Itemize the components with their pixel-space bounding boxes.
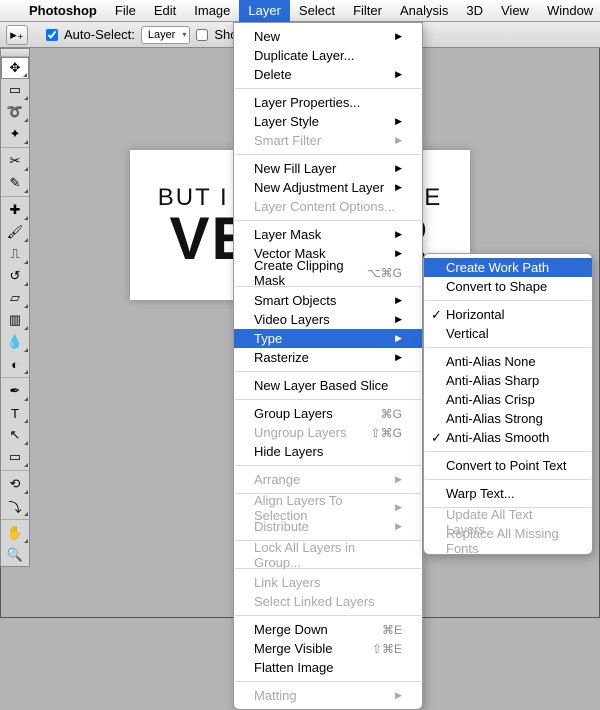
menu-item: Lock All Layers in Group... bbox=[234, 545, 422, 564]
tools-panel: ✥ ▭ ➰ ✦ ✂ ✎ ✚ 🖌 ⎍ ↺ ▱ ▥ 💧 ◐ ✒ T ↖ ▭ ⟲ ⤵ … bbox=[0, 48, 30, 567]
shape-tool[interactable]: ▭ bbox=[1, 446, 29, 468]
marquee-tool[interactable]: ▭ bbox=[1, 79, 29, 101]
wand-tool[interactable]: ✦ bbox=[1, 123, 29, 145]
eyedropper-tool[interactable]: ✎ bbox=[1, 172, 29, 194]
menu-item[interactable]: Smart Objects bbox=[234, 291, 422, 310]
menubar-image[interactable]: Image bbox=[185, 0, 239, 22]
3d-orbit-tool[interactable]: ⤵ bbox=[1, 495, 29, 517]
menu-item[interactable]: Layer Mask bbox=[234, 225, 422, 244]
menu-item[interactable]: Anti-Alias Smooth bbox=[424, 428, 592, 447]
menu-item[interactable]: Hide Layers bbox=[234, 442, 422, 461]
blur-tool[interactable]: 💧 bbox=[1, 331, 29, 353]
menu-item[interactable]: Convert to Shape bbox=[424, 277, 592, 296]
menu-item[interactable]: Anti-Alias Crisp bbox=[424, 390, 592, 409]
hand-tool[interactable]: ✋ bbox=[1, 522, 29, 544]
move-tool-preset-icon[interactable]: ▸₊ bbox=[6, 25, 28, 45]
menu-item: Link Layers bbox=[234, 573, 422, 592]
path-select-tool[interactable]: ↖ bbox=[1, 424, 29, 446]
zoom-tool[interactable]: 🔍 bbox=[1, 544, 29, 566]
menu-item[interactable]: Anti-Alias Sharp bbox=[424, 371, 592, 390]
menu-item[interactable]: Merge Visible⇧⌘E bbox=[234, 639, 422, 658]
menubar-layer[interactable]: Layer bbox=[239, 0, 290, 22]
menu-item[interactable]: Group Layers⌘G bbox=[234, 404, 422, 423]
menu-item[interactable]: Delete bbox=[234, 65, 422, 84]
menubar-filter[interactable]: Filter bbox=[344, 0, 391, 22]
menu-item: Select Linked Layers bbox=[234, 592, 422, 611]
menubar-analysis[interactable]: Analysis bbox=[391, 0, 457, 22]
dodge-tool[interactable]: ◐ bbox=[1, 353, 29, 375]
autoselect-dropdown[interactable]: Layer bbox=[141, 26, 191, 44]
menu-item: Ungroup Layers⇧⌘G bbox=[234, 423, 422, 442]
history-brush-tool[interactable]: ↺ bbox=[1, 265, 29, 287]
menu-item[interactable]: New Fill Layer bbox=[234, 159, 422, 178]
menu-item: Layer Content Options... bbox=[234, 197, 422, 216]
menubar-app[interactable]: Photoshop bbox=[20, 0, 106, 22]
brush-tool[interactable]: 🖌 bbox=[1, 221, 29, 243]
menu-item[interactable]: New bbox=[234, 27, 422, 46]
autoselect-label: Auto-Select: bbox=[64, 27, 135, 42]
mac-menubar: Photoshop File Edit Image Layer Select F… bbox=[0, 0, 600, 22]
menubar-select[interactable]: Select bbox=[290, 0, 344, 22]
menu-item[interactable]: Convert to Point Text bbox=[424, 456, 592, 475]
menu-item[interactable]: Video Layers bbox=[234, 310, 422, 329]
menu-item[interactable]: Anti-Alias None bbox=[424, 352, 592, 371]
crop-tool[interactable]: ✂ bbox=[1, 150, 29, 172]
gradient-tool[interactable]: ▥ bbox=[1, 309, 29, 331]
lasso-tool[interactable]: ➰ bbox=[1, 101, 29, 123]
menu-item[interactable]: Anti-Alias Strong bbox=[424, 409, 592, 428]
menu-item[interactable]: Create Work Path bbox=[424, 258, 592, 277]
move-tool[interactable]: ✥ bbox=[1, 57, 29, 79]
menubar-edit[interactable]: Edit bbox=[145, 0, 185, 22]
menu-item[interactable]: Duplicate Layer... bbox=[234, 46, 422, 65]
menubar-window[interactable]: Window bbox=[538, 0, 600, 22]
menubar-view[interactable]: View bbox=[492, 0, 538, 22]
menu-item: Smart Filter bbox=[234, 131, 422, 150]
heal-tool[interactable]: ✚ bbox=[1, 199, 29, 221]
menu-item[interactable]: Warp Text... bbox=[424, 484, 592, 503]
menu-item[interactable]: Merge Down⌘E bbox=[234, 620, 422, 639]
menu-item[interactable]: Layer Properties... bbox=[234, 93, 422, 112]
menu-item[interactable]: New Layer Based Slice bbox=[234, 376, 422, 395]
menu-item: Matting bbox=[234, 686, 422, 705]
type-tool[interactable]: T bbox=[1, 402, 29, 424]
menu-item[interactable]: Flatten Image bbox=[234, 658, 422, 677]
menu-item[interactable]: Type bbox=[234, 329, 422, 348]
stamp-tool[interactable]: ⎍ bbox=[1, 243, 29, 265]
menu-item[interactable]: New Adjustment Layer bbox=[234, 178, 422, 197]
eraser-tool[interactable]: ▱ bbox=[1, 287, 29, 309]
menu-item: Align Layers To Selection bbox=[234, 498, 422, 517]
menu-item[interactable]: Vertical bbox=[424, 324, 592, 343]
3d-rotate-tool[interactable]: ⟲ bbox=[1, 473, 29, 495]
type-submenu: Create Work PathConvert to Shape Horizont… bbox=[423, 253, 593, 555]
menu-item[interactable]: Rasterize bbox=[234, 348, 422, 367]
menu-item: Replace All Missing Fonts bbox=[424, 531, 592, 550]
show-transform-checkbox[interactable] bbox=[196, 29, 208, 41]
layer-menu: NewDuplicate Layer...Delete Layer Propert… bbox=[233, 22, 423, 710]
autoselect-checkbox[interactable] bbox=[46, 29, 58, 41]
menu-item: Arrange bbox=[234, 470, 422, 489]
menubar-3d[interactable]: 3D bbox=[457, 0, 492, 22]
menubar-file[interactable]: File bbox=[106, 0, 145, 22]
panel-grip[interactable] bbox=[1, 49, 29, 57]
menu-item[interactable]: Layer Style bbox=[234, 112, 422, 131]
pen-tool[interactable]: ✒ bbox=[1, 380, 29, 402]
menu-item[interactable]: Horizontal bbox=[424, 305, 592, 324]
menu-item[interactable]: Create Clipping Mask⌥⌘G bbox=[234, 263, 422, 282]
